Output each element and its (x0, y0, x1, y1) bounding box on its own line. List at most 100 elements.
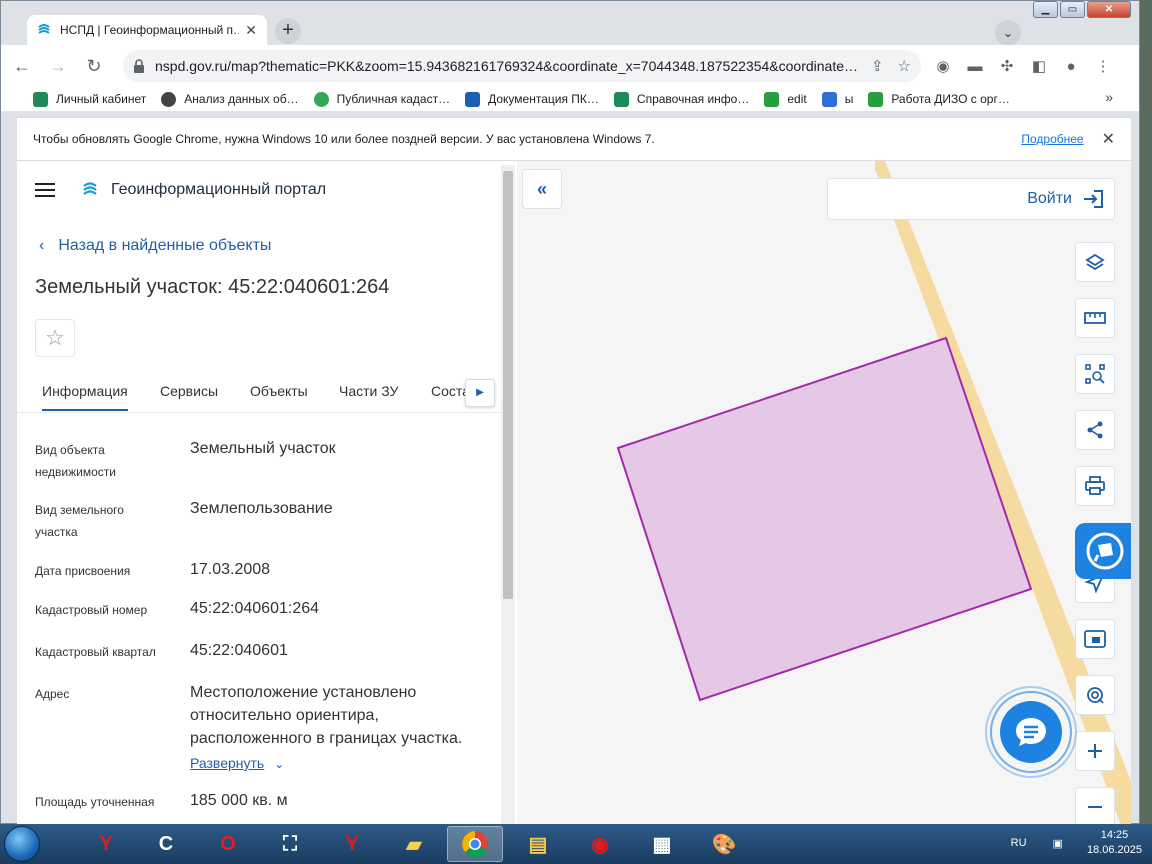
attribute-value: Местоположение установлено относительно … (190, 684, 463, 747)
bookmark-item[interactable]: Публичная кадаст… (313, 91, 450, 107)
panel-scrollbar[interactable] (501, 165, 515, 825)
back-to-results-link[interactable]: ‹ Назад в найденные объекты (39, 237, 271, 255)
profile-icon[interactable]: ● (1061, 58, 1081, 75)
rosreestr-icon (33, 91, 48, 107)
attribute-value: 185 000 кв. м (190, 792, 288, 809)
system-tray: RU ▣ 14:25 18.06.2025 (1011, 828, 1142, 858)
chat-button[interactable] (1000, 701, 1062, 763)
new-tab-button[interactable]: + (275, 18, 301, 44)
share-page-icon[interactable]: ⇪ (871, 57, 884, 75)
minimap-button[interactable] (1075, 619, 1115, 659)
ccleaner-icon[interactable]: C (138, 826, 194, 862)
attribute-label: Кадастровый номер (35, 603, 148, 617)
bookmark-item[interactable]: Личный кабинет (33, 91, 146, 107)
zoom-out-button[interactable] (1075, 787, 1115, 825)
opera-icon[interactable]: O (200, 826, 256, 862)
chevron-down-icon: ⌄ (274, 757, 285, 771)
language-indicator[interactable]: RU (1011, 837, 1027, 849)
collapse-panel-button[interactable]: « (522, 169, 562, 209)
sheets-icon (868, 91, 884, 107)
window-close-button[interactable]: ✕ (1087, 1, 1131, 18)
side-panel-icon[interactable]: ◧ (1029, 57, 1049, 75)
tab-search-button[interactable]: ⌄ (995, 20, 1021, 46)
sticky-notes-icon[interactable]: ▰ (386, 826, 442, 862)
attribute-value: Земельный участок (190, 440, 336, 457)
tab-strip: НСПД | Геоинформационный п… ✕ + ⌄ ▁ ▭ ✕ (1, 1, 1139, 46)
map-view[interactable]: « Войти (517, 161, 1131, 825)
browser-menu-icon[interactable]: ⋮ (1093, 57, 1113, 75)
bookmark-star-icon[interactable]: ☆ (898, 57, 911, 75)
rosreestr-icon (613, 91, 629, 107)
infobar-more-link[interactable]: Подробнее (1021, 132, 1083, 146)
bookmark-item[interactable]: ы (821, 91, 853, 107)
plus-icon (1088, 744, 1102, 758)
tab-info[interactable]: Информация (42, 383, 128, 411)
bookmark-item[interactable]: Работа ДИЗО с орг… (868, 91, 1010, 107)
attribute-label: Адрес (35, 687, 70, 701)
print-button[interactable] (1075, 466, 1115, 506)
menu-icon[interactable] (35, 183, 55, 197)
chevron-left-icon: ‹ (39, 237, 45, 254)
attribute-label: Кадастровый квартал (35, 645, 156, 659)
calendar-app-icon[interactable]: ▦ (634, 826, 690, 862)
attribute-value: Землепользование (190, 500, 333, 517)
bookmark-item[interactable]: Анализ данных об… (161, 91, 299, 107)
extensions-puzzle-icon[interactable]: ✣ (997, 57, 1017, 75)
select-area-button[interactable] (1075, 354, 1115, 394)
nspd-favicon-icon (38, 24, 50, 34)
area-search-icon (1085, 364, 1105, 384)
start-button[interactable] (4, 826, 40, 862)
tabs-scroll-right-button[interactable]: ▶ (465, 379, 495, 407)
tab-objects[interactable]: Объекты (250, 383, 308, 399)
bookmark-item[interactable]: edit (764, 91, 807, 107)
geo-search-button[interactable] (1075, 675, 1115, 715)
address-bar[interactable]: nspd.gov.ru/map?thematic=PKK&zoom=15.943… (123, 50, 921, 82)
portal-logo-icon (83, 182, 97, 195)
tab-services[interactable]: Сервисы (160, 383, 218, 399)
update-infobar: Чтобы обновлять Google Chrome, нужна Win… (17, 117, 1131, 161)
chrome-taskbar-icon[interactable] (447, 826, 503, 862)
expand-link[interactable]: Развернуть (190, 752, 264, 775)
extension-hat-icon[interactable]: ▬ (965, 58, 985, 75)
mail-icon (821, 91, 837, 107)
file-explorer-icon[interactable]: ▤ (510, 826, 566, 862)
zoom-in-button[interactable] (1075, 731, 1115, 771)
assistant-button[interactable] (1075, 523, 1131, 579)
minimize-button[interactable]: ▁ (1033, 1, 1058, 18)
paint-icon[interactable]: 🎨 (696, 826, 752, 862)
yandex-browser-icon[interactable]: Y (78, 826, 134, 862)
clock-date: 18.06.2025 (1086, 844, 1142, 856)
tab-close-icon[interactable]: ✕ (245, 22, 257, 39)
favorite-star-button[interactable]: ☆ (35, 319, 75, 357)
bookmark-item[interactable]: Документация ПК… (465, 91, 599, 107)
scrollbar-thumb[interactable] (503, 171, 513, 599)
reload-button[interactable]: ↻ (79, 56, 109, 77)
back-button[interactable]: ← (7, 56, 37, 77)
browser-tab[interactable]: НСПД | Геоинформационный п… ✕ (27, 15, 267, 45)
print-icon (1085, 476, 1105, 495)
layers-icon (1085, 253, 1105, 271)
yandex-icon[interactable]: Y (324, 826, 380, 862)
ruler-button[interactable] (1075, 298, 1115, 338)
login-button[interactable]: Войти (827, 178, 1115, 220)
forward-button[interactable]: → (43, 56, 73, 77)
bookmark-item[interactable]: Справочная инфо… (613, 91, 749, 107)
clock[interactable]: 14:25 18.06.2025 (1087, 828, 1142, 858)
bookmarks-overflow-icon[interactable]: » (1105, 89, 1113, 105)
network-icon[interactable]: ▣ (1053, 837, 1063, 850)
location-target-icon (1087, 687, 1104, 704)
share-button[interactable] (1075, 410, 1115, 450)
check-icon (313, 91, 329, 107)
maximize-button[interactable]: ▭ (1060, 1, 1085, 18)
window-controls: ▁ ▭ ✕ (1033, 1, 1131, 18)
red-app-icon[interactable]: ◉ (572, 826, 628, 862)
layers-button[interactable] (1075, 242, 1115, 282)
tab-parts[interactable]: Части ЗУ (339, 383, 398, 399)
attribute-label: Вид земельного участка (35, 503, 124, 539)
infobar-close-icon[interactable]: ✕ (1102, 129, 1115, 149)
pdf-reader-icon[interactable]: ⛶ (262, 826, 318, 862)
extension-avatar-icon[interactable]: ◉ (933, 57, 953, 75)
attribute-label: Вид объекта недвижимости (35, 443, 116, 479)
lock-icon (134, 59, 144, 73)
globe-icon (161, 91, 177, 107)
